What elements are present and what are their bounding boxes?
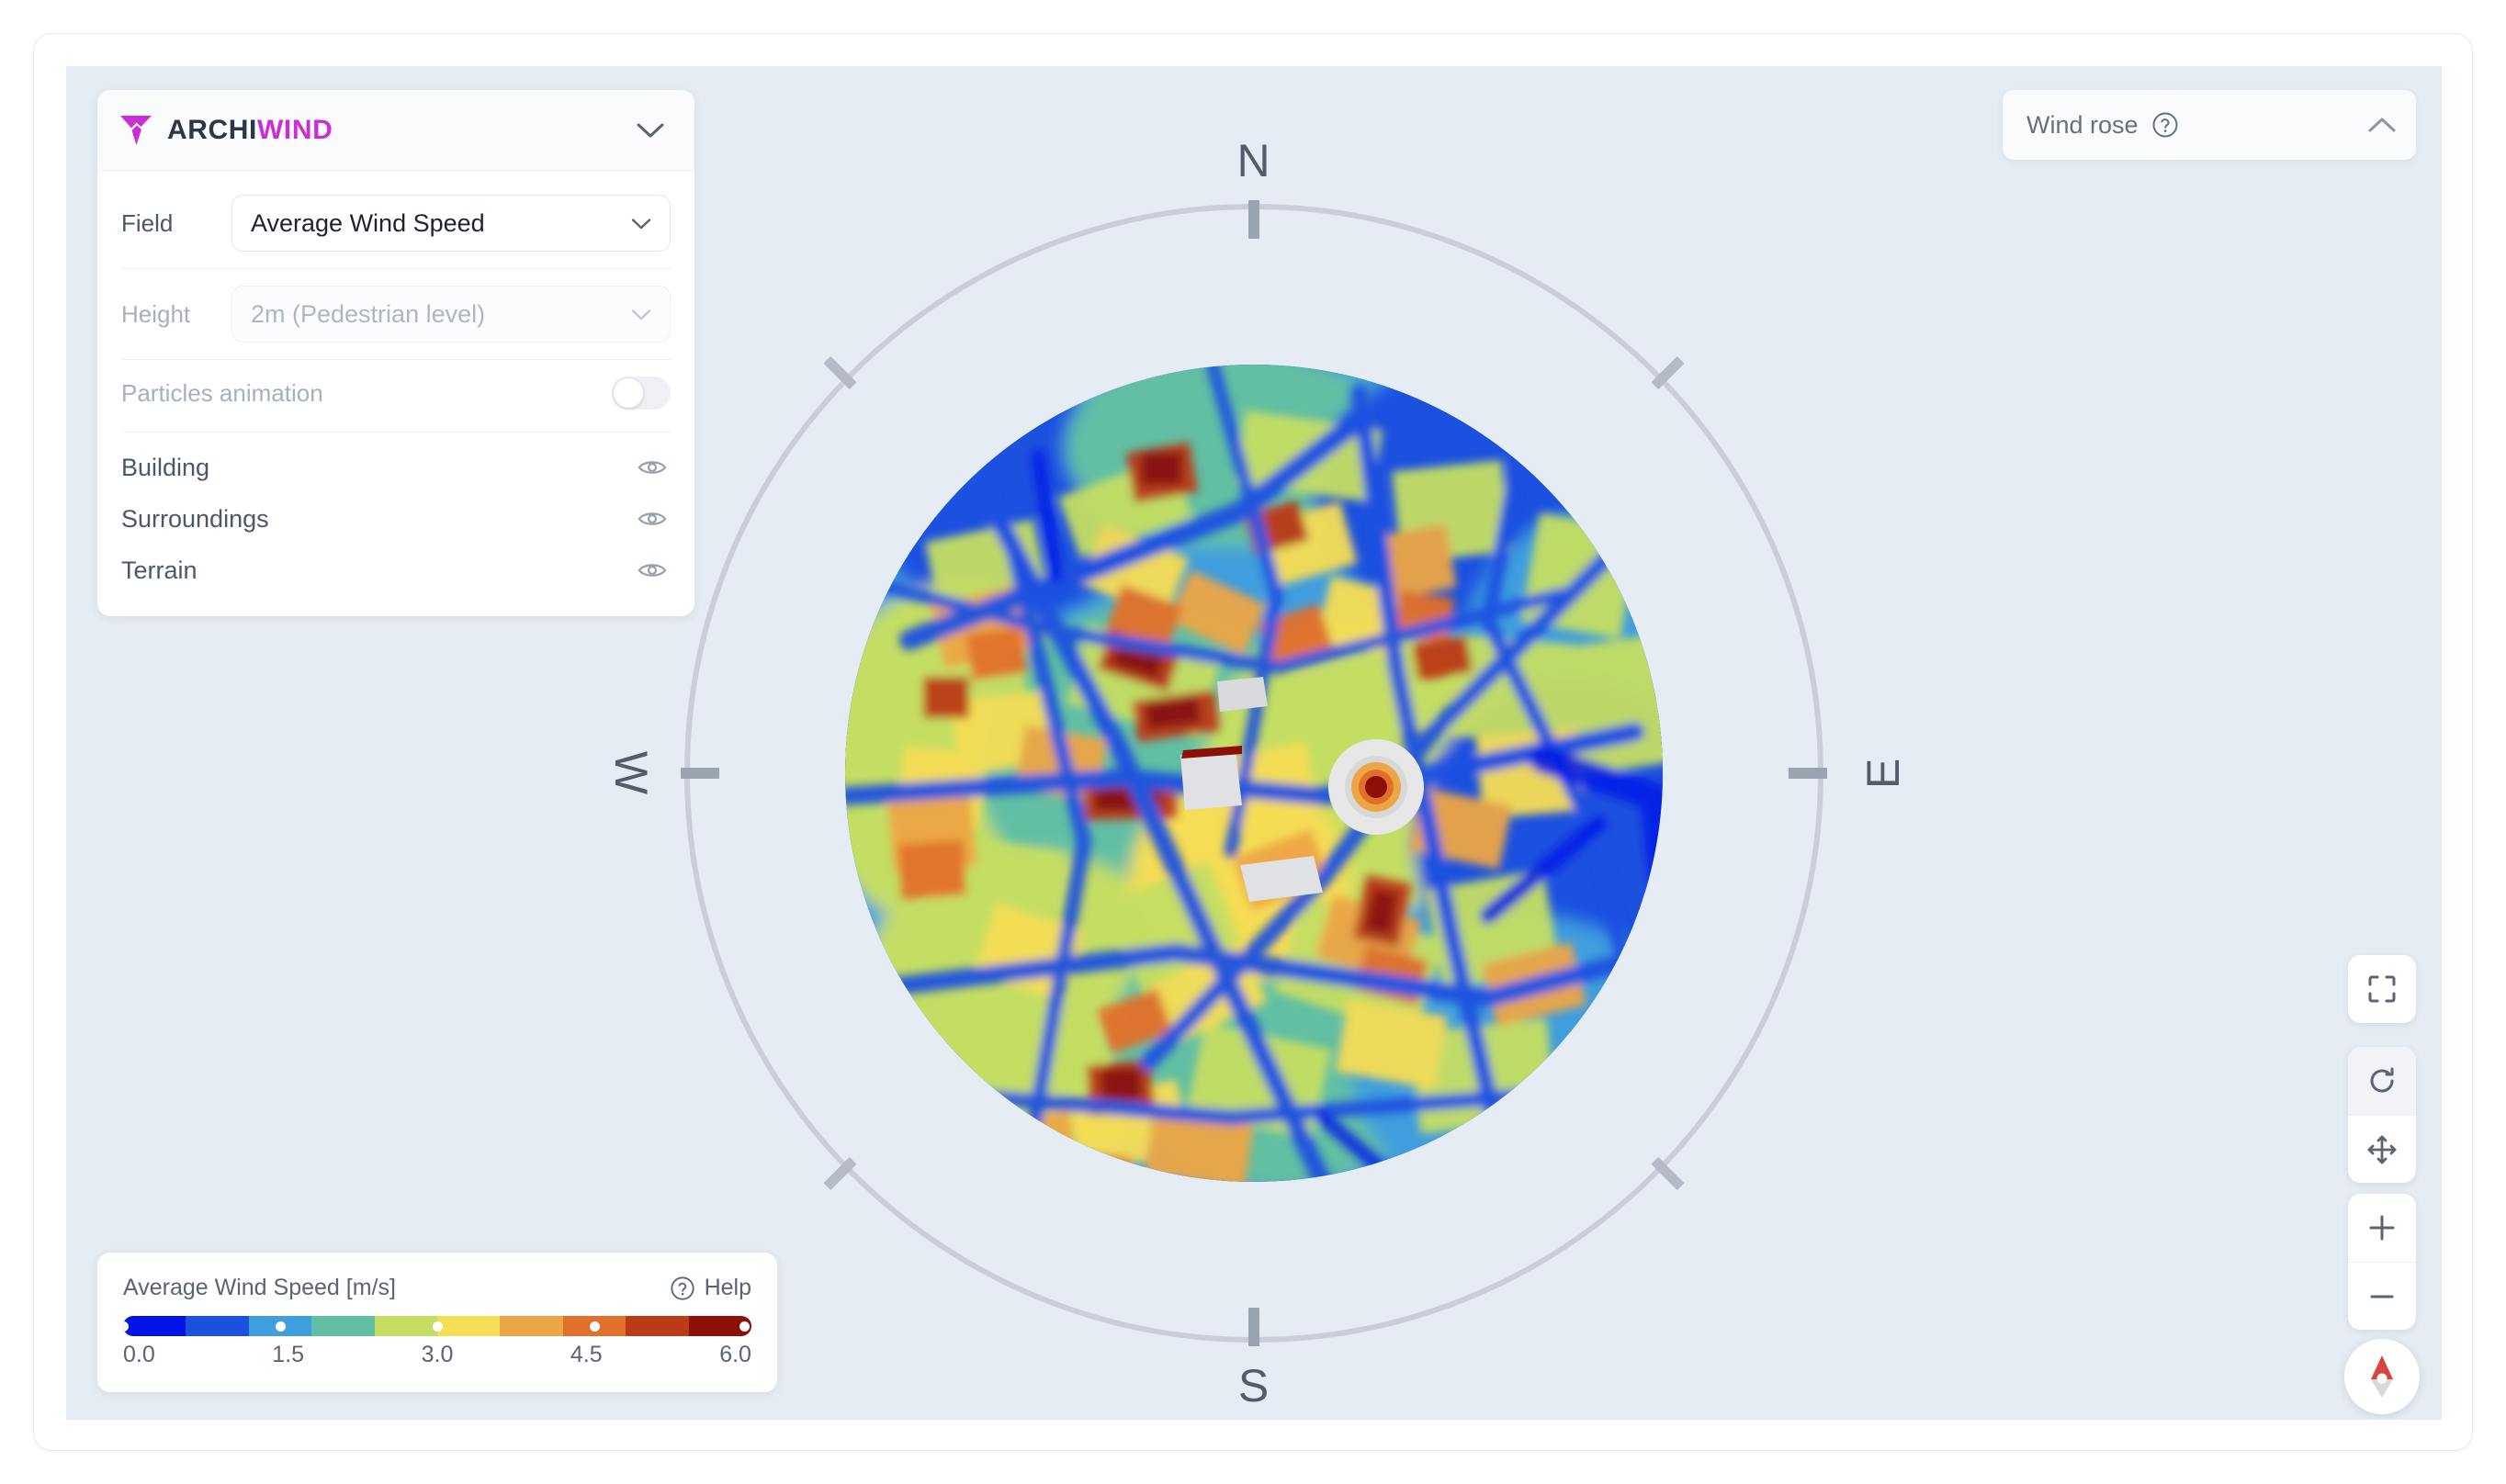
question-circle-icon: [670, 1276, 694, 1300]
wind-rose-help-button[interactable]: [2151, 111, 2179, 139]
compass-label-east: E: [1857, 757, 1909, 790]
fullscreen-icon: [2368, 975, 2396, 1003]
compass-tick-southeast: [1651, 1156, 1685, 1191]
colorbar-tick: 6.0: [719, 1342, 751, 1367]
legend-panel: Average Wind Speed [m/s] Help 0.0 1.5 3.…: [97, 1253, 777, 1392]
chevron-down-icon: [637, 123, 664, 137]
colorbar-tick-labels: 0.0 1.5 3.0 4.5 6.0: [123, 1342, 751, 1368]
compass-tick-north: [1248, 200, 1259, 239]
zoom-out-button[interactable]: [2348, 1262, 2416, 1330]
chevron-down-icon: [631, 309, 651, 320]
layer-visibility-toggle-terrain[interactable]: [634, 552, 671, 589]
field-label: Field: [121, 208, 174, 237]
compass-tick-south: [1248, 1308, 1259, 1346]
wind-rose-panel[interactable]: Wind rose: [2003, 90, 2416, 160]
fullscreen-button[interactable]: [2348, 955, 2416, 1023]
compass-reset-button[interactable]: [2344, 1339, 2420, 1414]
chevron-down-icon: [631, 218, 651, 229]
layer-visibility-toggle-surroundings[interactable]: [634, 500, 671, 537]
rotate-icon: [2370, 1067, 2394, 1093]
legend-help-button[interactable]: Help: [670, 1275, 751, 1301]
compass-label-north: N: [1236, 135, 1271, 186]
legend-help-label: Help: [704, 1275, 751, 1300]
brand-primary: ARCHI: [167, 114, 257, 145]
colorbar-tick-dots: [123, 1316, 751, 1336]
brand-title: ARCHIWIND: [167, 115, 333, 146]
toggle-knob: [614, 378, 643, 408]
layer-row-terrain[interactable]: Terrain: [121, 545, 671, 596]
compass-tick-northeast: [1651, 355, 1685, 390]
panel-header: ARCHIWIND: [97, 90, 694, 171]
brand-accent: WIND: [257, 114, 333, 145]
move-arrows-icon: [2367, 1135, 2397, 1164]
colorbar-tick: 0.0: [123, 1342, 155, 1367]
divider: [121, 432, 671, 433]
layer-label: Surroundings: [121, 504, 269, 533]
orbit-button[interactable]: [2348, 1047, 2416, 1115]
question-circle-icon: [2152, 112, 2178, 138]
compass-tick-northwest: [823, 355, 857, 390]
layer-row-surroundings[interactable]: Surroundings: [121, 493, 671, 545]
panel-collapse-button[interactable]: [630, 110, 671, 151]
field-select-value: Average Wind Speed: [251, 208, 485, 237]
app-window: N S W E ARCHIWIND Field Average Wind Spe…: [33, 33, 2473, 1451]
colorbar-tick-dot: [275, 1321, 286, 1332]
heatmap-canvas: [845, 365, 1663, 1182]
colorbar-tick: 3.0: [421, 1342, 454, 1367]
panel-body: Field Average Wind Speed Height 2m (Pede…: [97, 171, 694, 616]
layer-label: Terrain: [121, 556, 198, 584]
layer-list: Building Surroundings Terrain: [121, 436, 671, 596]
layer-row-building[interactable]: Building: [121, 442, 671, 493]
colorbar-tick-dot: [739, 1321, 750, 1332]
plus-icon: [2369, 1215, 2395, 1241]
colorbar: [123, 1316, 751, 1336]
height-select-value: 2m (Pedestrian level): [251, 299, 486, 328]
zoom-in-button[interactable]: [2348, 1194, 2416, 1262]
colorbar-tick-dot: [589, 1321, 600, 1332]
particles-row: Particles animation: [121, 359, 671, 426]
eye-icon: [638, 564, 667, 577]
height-select[interactable]: 2m (Pedestrian level): [231, 286, 671, 343]
compass-tick-west: [681, 768, 719, 779]
height-label: Height: [121, 299, 191, 328]
layer-visibility-toggle-building[interactable]: [634, 449, 671, 486]
colorbar-tick-dot: [123, 1321, 129, 1332]
field-select[interactable]: Average Wind Speed: [231, 195, 671, 252]
height-row: Height 2m (Pedestrian level): [121, 268, 671, 359]
archiwind-triangle-logo-icon: [120, 115, 152, 145]
compass-label-west: W: [605, 750, 658, 796]
wind-speed-heatmap[interactable]: [845, 365, 1663, 1182]
eye-icon: [638, 461, 667, 474]
eye-icon: [638, 512, 667, 525]
simulation-viewport[interactable]: N S W E ARCHIWIND Field Average Wind Spe…: [66, 66, 2442, 1420]
layer-label: Building: [121, 453, 210, 481]
legend-title: Average Wind Speed [m/s]: [123, 1275, 396, 1300]
particles-label: Particles animation: [121, 378, 323, 407]
toolbar-fullscreen-group: [2348, 955, 2416, 1023]
toolbar-navigation-group: [2348, 1047, 2416, 1183]
chevron-up-icon: [2368, 118, 2396, 132]
compass-tick-southwest: [823, 1156, 857, 1191]
particles-toggle[interactable]: [612, 377, 671, 410]
field-row: Field Average Wind Speed: [121, 178, 671, 268]
brand: ARCHIWIND: [119, 115, 630, 146]
colorbar-tick: 1.5: [272, 1342, 305, 1367]
minus-icon: [2370, 1295, 2394, 1298]
compass-tick-east: [1789, 768, 1827, 779]
pan-button[interactable]: [2348, 1115, 2416, 1183]
toolbar-zoom-group: [2348, 1194, 2416, 1330]
wind-rose-collapse-button[interactable]: [2368, 117, 2396, 133]
colorbar-tick-dot: [432, 1321, 443, 1332]
tower-marker: [1328, 739, 1424, 835]
control-panel: ARCHIWIND Field Average Wind Speed Heigh…: [97, 90, 694, 616]
wind-rose-title: Wind rose: [2026, 110, 2139, 139]
compass-needle-icon: [2371, 1355, 2393, 1398]
colorbar-tick: 4.5: [570, 1342, 603, 1367]
compass-label-south: S: [1237, 1360, 1270, 1411]
legend-header: Average Wind Speed [m/s] Help: [123, 1275, 751, 1301]
